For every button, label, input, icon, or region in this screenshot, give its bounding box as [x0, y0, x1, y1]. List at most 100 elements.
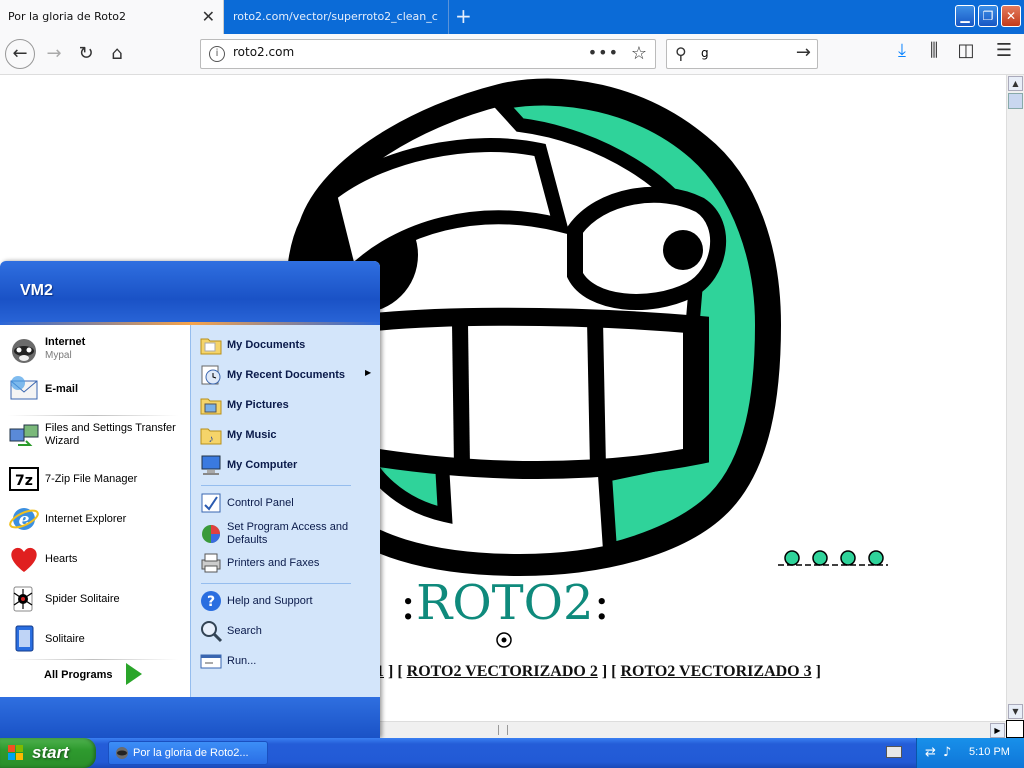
item-label: Printers and Faxes [227, 556, 320, 569]
separator [201, 485, 351, 486]
item-label: Solitaire [45, 632, 85, 645]
restore-button[interactable]: ❐ [978, 5, 998, 27]
navigation-bar: ← → ↻ ⌂ i ••• ☆ ⚲ → ⤓ ⫼ ◫ ☰ [0, 34, 1024, 75]
start-item-search[interactable]: Search [199, 619, 262, 643]
spider-solitaire-icon [8, 583, 40, 615]
start-item-spider-solitaire[interactable]: Spider Solitaire [8, 583, 120, 615]
start-item-7zip[interactable]: 7z 7-Zip File Manager [8, 463, 137, 495]
download-icon[interactable]: ⤓ [890, 40, 914, 61]
item-label: My Pictures [227, 398, 289, 411]
close-tab-icon[interactable]: ✕ [202, 7, 215, 26]
item-label: Set Program Access and Defaults [227, 521, 349, 546]
separator [201, 583, 351, 584]
start-item-help-support[interactable]: ? Help and Support [199, 589, 313, 613]
item-label: Help and Support [227, 594, 313, 607]
submenu-arrow-icon: ▶ [365, 368, 372, 377]
start-item-solitaire[interactable]: Solitaire [8, 623, 85, 655]
item-label: Internet [45, 336, 86, 348]
recent-documents-icon [199, 363, 223, 387]
url-bar[interactable]: i ••• ☆ [200, 39, 656, 69]
start-item-my-documents[interactable]: My Documents [199, 333, 305, 357]
scroll-up-arrow-icon[interactable]: ▲ [1008, 76, 1023, 91]
vertical-scrollbar[interactable]: ▲ ▼ [1006, 75, 1024, 720]
start-item-set-program-access[interactable]: Set Program Access and Defaults [199, 521, 352, 547]
start-item-my-computer[interactable]: My Computer [199, 453, 297, 477]
mini-faces [778, 550, 888, 566]
start-button[interactable]: start [0, 738, 96, 768]
folder-documents-icon [199, 333, 223, 357]
tab-title: Por la gloria de Roto2 [8, 10, 127, 23]
item-label: E-mail [45, 382, 79, 395]
start-item-email[interactable]: E-mail [8, 373, 78, 405]
search-bar[interactable]: ⚲ → [666, 39, 818, 69]
tab-inactive[interactable]: roto2.com/vector/superroto2_clean_c [225, 0, 449, 34]
menu-hamburger-icon[interactable]: ☰ [992, 40, 1016, 61]
scroll-down-arrow-icon[interactable]: ▼ [1008, 704, 1023, 719]
volume-icon[interactable]: ♪ [943, 745, 951, 760]
page-actions-icon[interactable]: ••• [588, 43, 619, 62]
start-item-transfer-wizard[interactable]: Files and Settings Transfer Wizard [8, 419, 180, 451]
horizontal-scrollbar[interactable]: ▶ [380, 721, 1006, 738]
start-item-hearts[interactable]: Hearts [8, 543, 77, 575]
forward-arrow-icon[interactable]: → [40, 40, 68, 68]
run-icon [199, 649, 223, 673]
link-roto2-vectorizado-2[interactable]: ROTO2 VECTORIZADO 2 [407, 663, 598, 680]
folder-music-icon: ♪ [199, 423, 223, 447]
url-input[interactable] [231, 44, 575, 60]
reload-icon[interactable]: ↻ [72, 40, 100, 68]
printer-icon [199, 551, 223, 575]
start-item-printers-faxes[interactable]: Printers and Faxes [199, 551, 319, 575]
all-programs-arrow-icon[interactable] [126, 663, 142, 685]
scroll-right-arrow-icon[interactable]: ▶ [990, 723, 1005, 738]
browser-window-icon [116, 747, 128, 759]
start-item-run[interactable]: Run... [199, 649, 256, 673]
start-item-internet[interactable]: Internet Mypal [8, 333, 85, 365]
keyboard-icon[interactable] [886, 746, 902, 758]
folder-pictures-icon [199, 393, 223, 417]
network-icon[interactable]: ⇄ [925, 745, 936, 760]
vector-links: 1 ] [ ROTO2 VECTORIZADO 2 ] [ ROTO2 VECT… [376, 663, 821, 681]
search-input[interactable] [699, 45, 783, 61]
sidebar-icon[interactable]: ◫ [954, 40, 978, 61]
bookmark-star-icon[interactable]: ☆ [631, 43, 647, 64]
link-separator: ] [ [597, 663, 621, 680]
scroll-thumb[interactable] [1008, 93, 1023, 109]
separator [8, 659, 178, 660]
start-menu-header: VM2 [0, 261, 380, 325]
item-label: Internet Explorer [45, 512, 127, 525]
minimize-button[interactable]: ▁ [955, 5, 975, 27]
new-tab-icon[interactable]: + [455, 4, 472, 28]
transfer-wizard-icon [8, 419, 40, 451]
search-go-arrow-icon[interactable]: → [796, 42, 811, 63]
item-label: 7-Zip File Manager [45, 472, 138, 485]
start-item-my-pictures[interactable]: My Pictures [199, 393, 289, 417]
tab-active[interactable]: Por la gloria de Roto2 ✕ [0, 0, 224, 34]
scroll-grip[interactable] [498, 725, 508, 735]
title-prefix: : [400, 575, 417, 631]
clock: 5:10 PM [969, 746, 1010, 758]
start-item-my-music[interactable]: ♪ My Music [199, 423, 277, 447]
email-icon [8, 373, 40, 405]
library-icon[interactable]: ⫼ [922, 40, 946, 61]
item-label: Run... [227, 654, 257, 667]
svg-text:7z: 7z [15, 473, 33, 489]
my-computer-icon [199, 453, 223, 477]
start-item-my-recent-documents[interactable]: My Recent Documents ▶ [199, 363, 371, 387]
taskbar-item-browser[interactable]: Por la gloria de Roto2... [108, 741, 268, 765]
start-label: start [32, 743, 69, 762]
link-roto2-vectorizado-3[interactable]: ROTO2 VECTORIZADO 3 [620, 663, 811, 680]
start-item-control-panel[interactable]: Control Panel [199, 491, 294, 515]
start-item-internet-explorer[interactable]: e Internet Explorer [8, 503, 126, 535]
all-programs-button[interactable]: All Programs [44, 669, 112, 681]
back-arrow-icon[interactable]: ← [5, 39, 35, 69]
svg-text:?: ? [207, 594, 215, 610]
start-menu-places: My Documents My Recent Documents ▶ My Pi… [190, 325, 380, 697]
item-label: My Computer [227, 458, 298, 471]
raccoon-browser-icon [8, 333, 40, 365]
info-icon[interactable]: i [209, 46, 225, 62]
solitaire-icon [8, 623, 40, 655]
home-icon[interactable]: ⌂ [103, 40, 131, 68]
page-title: :ROTO2: [400, 575, 610, 631]
close-window-button[interactable]: ✕ [1001, 5, 1021, 27]
system-tray: ⇄ ♪ 5:10 PM [916, 738, 1024, 768]
